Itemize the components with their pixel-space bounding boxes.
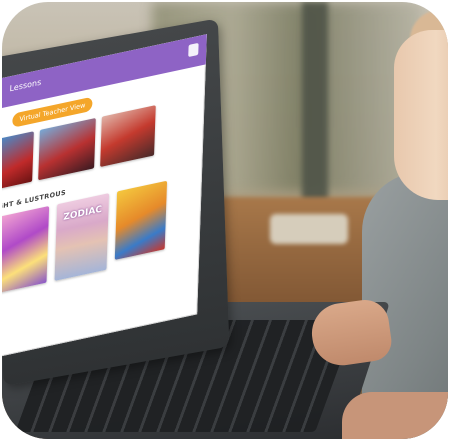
photo-frame: Lessons Virtual Teacher View GHT & LUSTR…	[2, 2, 448, 439]
background-window-post	[302, 2, 328, 202]
page-title: Lessons	[9, 77, 42, 94]
laptop-screen: Lessons Virtual Teacher View GHT & LUSTR…	[2, 34, 207, 359]
book-cover[interactable]	[2, 205, 50, 294]
book-cover[interactable]	[114, 180, 168, 260]
book-cover-title: ZODIAC	[63, 204, 103, 223]
background-object	[270, 214, 348, 244]
person-face	[394, 30, 448, 200]
person-arm	[342, 392, 448, 439]
book-cover[interactable]	[2, 131, 34, 189]
book-cover[interactable]: ZODIAC	[54, 193, 110, 281]
book-cover[interactable]	[38, 117, 96, 181]
bag-icon[interactable]	[188, 42, 199, 58]
book-cover[interactable]	[100, 105, 156, 168]
